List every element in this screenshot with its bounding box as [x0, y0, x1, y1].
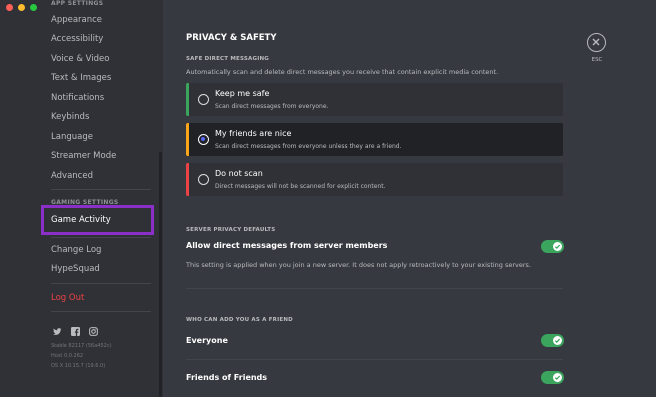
option-description: Direct messages will not be scanned for … — [215, 183, 386, 190]
safe-dm-option-friends-nice[interactable]: My friends are nice Scan direct messages… — [186, 123, 563, 156]
everyone-label: Everyone — [186, 336, 228, 345]
sidebar-divider — [51, 311, 151, 312]
option-description: Scan direct messages from everyone unles… — [215, 143, 402, 150]
everyone-toggle[interactable] — [541, 334, 564, 347]
safe-dm-description: Automatically scan and delete direct mes… — [186, 68, 499, 76]
close-settings-button[interactable] — [587, 33, 606, 52]
maximize-window-button[interactable] — [30, 4, 37, 11]
twitter-icon[interactable] — [53, 321, 62, 335]
radio-button[interactable] — [198, 174, 209, 185]
instagram-icon[interactable] — [89, 321, 98, 336]
sidebar-item-change-log[interactable]: Change Log — [51, 245, 101, 255]
esc-label: ESC — [591, 57, 603, 63]
option-title: My friends are nice — [215, 129, 292, 138]
toggle-knob — [553, 373, 562, 382]
sidebar-item-text-images[interactable]: Text & Images — [51, 73, 111, 83]
allow-dm-toggle[interactable] — [541, 240, 564, 253]
sidebar-item-voice-video[interactable]: Voice & Video — [51, 54, 109, 64]
option-title: Do not scan — [215, 169, 263, 178]
allow-dm-label: Allow direct messages from server member… — [186, 241, 388, 250]
sidebar-item-advanced[interactable]: Advanced — [51, 171, 93, 181]
safe-dm-header: SAFE DIRECT MESSAGING — [186, 56, 269, 62]
option-title: Keep me safe — [215, 89, 270, 98]
option-description: Scan direct messages from everyone. — [215, 103, 329, 110]
window-controls — [6, 4, 37, 11]
server-privacy-header: SERVER PRIVACY DEFAULTS — [186, 227, 276, 233]
sidebar-divider — [51, 189, 151, 190]
friend-requests-header: WHO CAN ADD YOU AS A FRIEND — [186, 317, 293, 323]
close-icon — [592, 38, 600, 46]
radio-button-selected[interactable] — [198, 134, 209, 145]
minimize-window-button[interactable] — [18, 4, 25, 11]
sidebar-item-language[interactable]: Language — [51, 132, 93, 142]
page-title: PRIVACY & SAFETY — [186, 33, 277, 43]
sidebar-item-accessibility[interactable]: Accessibility — [51, 34, 103, 44]
toggle-knob — [553, 336, 562, 345]
settings-sidebar: APP SETTINGS Appearance Accessibility Vo… — [0, 0, 163, 397]
settings-content: PRIVACY & SAFETY SAFE DIRECT MESSAGING A… — [163, 0, 656, 397]
version-info-line: Stable 82117 (56a452c) — [51, 343, 112, 349]
sidebar-item-streamer-mode[interactable]: Streamer Mode — [51, 151, 116, 161]
sidebar-item-notifications[interactable]: Notifications — [51, 93, 104, 103]
row-divider — [186, 359, 563, 360]
friends-of-friends-label: Friends of Friends — [186, 373, 268, 382]
version-info-line: OS X 10.15.7 (19.6.0) — [51, 363, 106, 369]
sidebar-item-hypesquad[interactable]: HypeSquad — [51, 264, 100, 274]
section-divider — [186, 288, 563, 289]
close-window-button[interactable] — [6, 4, 13, 11]
sidebar-scrollbar[interactable] — [159, 152, 162, 397]
game-activity-highlight-box — [41, 205, 154, 235]
sidebar-divider — [51, 237, 151, 238]
toggle-knob — [553, 242, 562, 251]
social-links — [53, 321, 98, 336]
radio-button[interactable] — [198, 94, 209, 105]
friends-of-friends-toggle[interactable] — [541, 371, 564, 384]
sidebar-item-appearance[interactable]: Appearance — [51, 15, 102, 25]
server-privacy-note: This setting is applied when you join a … — [186, 261, 532, 269]
safe-dm-option-keep-me-safe[interactable]: Keep me safe Scan direct messages from e… — [186, 83, 563, 116]
sidebar-item-keybinds[interactable]: Keybinds — [51, 112, 89, 122]
sidebar-divider — [51, 283, 151, 284]
safe-dm-option-do-not-scan[interactable]: Do not scan Direct messages will not be … — [186, 163, 563, 196]
log-out-button[interactable]: Log Out — [51, 293, 84, 303]
version-info-line: Host 0.0.262 — [51, 353, 84, 359]
facebook-icon[interactable] — [71, 321, 80, 336]
app-settings-header: APP SETTINGS — [51, 0, 104, 7]
